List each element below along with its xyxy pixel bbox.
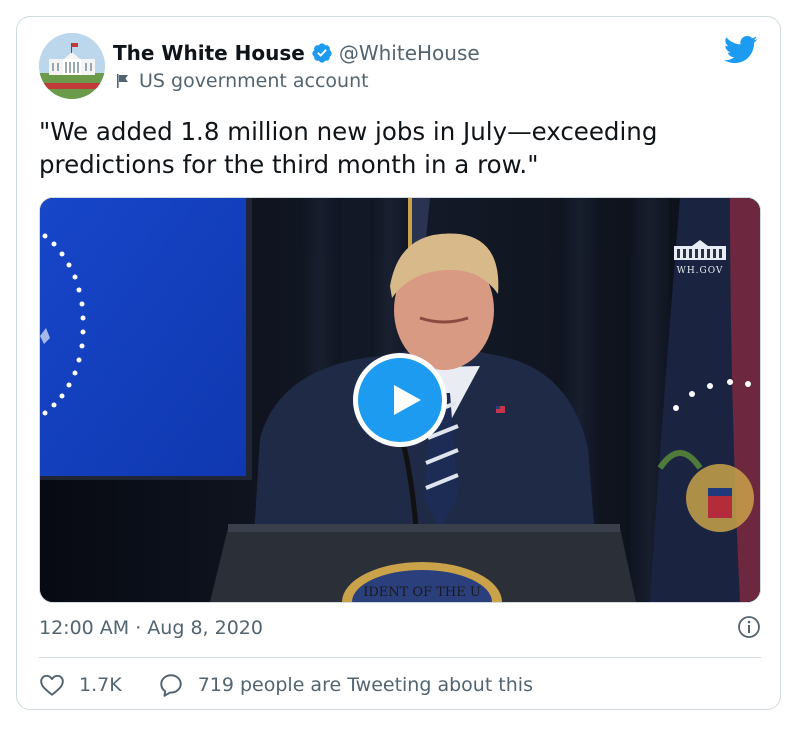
divider	[39, 657, 761, 658]
flag-icon	[117, 74, 128, 88]
author-name-row: The White House @WhiteHouse	[113, 39, 480, 67]
timestamp-row: 12:00 AM · Aug 8, 2020	[39, 615, 761, 641]
wh-gov-watermark: WH.GOV	[670, 240, 730, 276]
conversation-text: 719 people are Tweeting about this	[197, 674, 533, 696]
avatar[interactable]	[39, 33, 105, 99]
play-button[interactable]	[353, 353, 447, 447]
watermark-text: WH.GOV	[676, 266, 724, 276]
info-icon[interactable]	[737, 615, 761, 639]
author-display-name[interactable]: The White House	[113, 41, 305, 65]
twitter-bird-icon[interactable]	[724, 35, 758, 65]
like-button[interactable]: 1.7K	[39, 672, 122, 698]
play-icon	[394, 385, 421, 415]
tweet-card[interactable]: The White House @WhiteHouse US governmen…	[16, 16, 781, 710]
like-count: 1.7K	[79, 674, 122, 696]
tweet-actions: 1.7K 719 people are Tweeting about this	[39, 671, 533, 699]
tweet-timestamp[interactable]: 12:00 AM · Aug 8, 2020	[39, 617, 263, 639]
white-house-icon	[674, 240, 726, 260]
heart-icon	[40, 674, 64, 696]
government-account-label: US government account	[139, 70, 369, 92]
verified-badge-icon	[312, 43, 332, 63]
reply-bubble-icon	[159, 674, 182, 697]
author-handle[interactable]: @WhiteHouse	[339, 41, 480, 65]
tweet-text: "We added 1.8 million new jobs in July—e…	[39, 117, 658, 179]
white-house-avatar-image	[39, 33, 105, 99]
podium-seal-text: IDENT OF THE U	[363, 585, 481, 600]
government-label-row: US government account	[115, 69, 369, 93]
conversation-link[interactable]: 719 people are Tweeting about this	[158, 672, 533, 698]
video-player[interactable]: IDENT OF THE U WH.GOV	[39, 197, 761, 603]
